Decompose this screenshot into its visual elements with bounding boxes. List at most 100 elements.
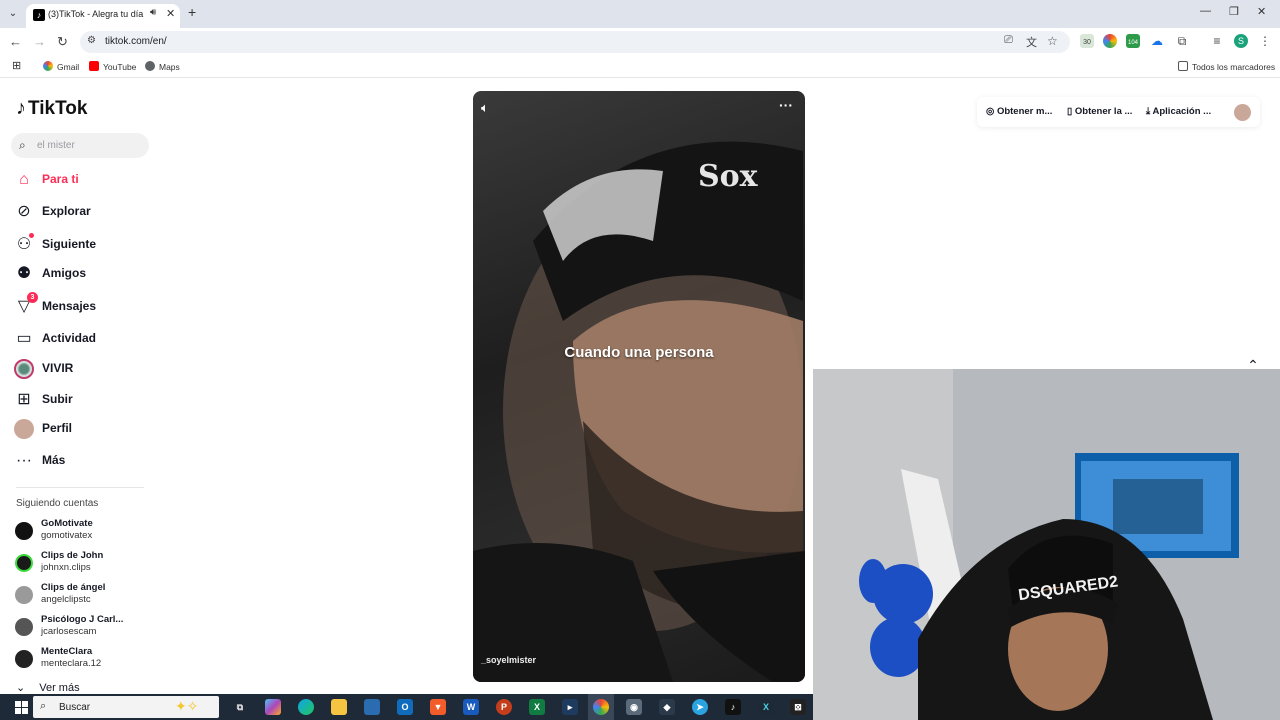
user-avatar[interactable] bbox=[1234, 104, 1251, 121]
extension-3-icon[interactable]: 104 bbox=[1126, 34, 1140, 48]
cloud-icon[interactable]: ☁ bbox=[1150, 34, 1164, 48]
windows-start-icon[interactable] bbox=[15, 701, 28, 714]
bookmark-gmail[interactable]: Gmail bbox=[43, 61, 79, 72]
capcut-alt-icon[interactable]: ⊠ bbox=[790, 699, 806, 715]
nav-label: Perfil bbox=[42, 421, 73, 435]
bookmark-star-icon[interactable]: ☆ bbox=[1047, 34, 1058, 48]
nav-item-explorar[interactable]: ⊘ Explorar bbox=[14, 201, 154, 225]
following-account[interactable]: MenteClara menteclara.12 bbox=[15, 646, 165, 674]
nav-label: Más bbox=[42, 453, 66, 467]
google-icon bbox=[43, 61, 53, 71]
camera-icon[interactable]: ◉ bbox=[626, 699, 642, 715]
telegram-icon[interactable]: ➤ bbox=[692, 699, 708, 715]
following-account[interactable]: Clips de John johnxn.clips bbox=[15, 550, 165, 578]
tiktok-logo[interactable]: ♪ TikTok bbox=[16, 97, 87, 120]
tab-close-icon[interactable]: ✕ bbox=[166, 7, 175, 20]
account-name: GoMotivate bbox=[41, 518, 93, 529]
video-more-icon[interactable]: ··· bbox=[779, 97, 793, 113]
following-account[interactable]: Psicólogo J Carl... jcarlosescam bbox=[15, 614, 165, 642]
account-avatar bbox=[15, 650, 33, 668]
following-account[interactable]: GoMotivate gomotivatex bbox=[15, 518, 165, 546]
nav-item-vivir[interactable]: VIVIR bbox=[14, 358, 154, 382]
account-username: menteclara.12 bbox=[41, 658, 102, 669]
taskbar-search[interactable]: ⌕ Buscar ✦✧ bbox=[33, 696, 219, 718]
menu-kebab-icon[interactable]: ⋮ bbox=[1258, 34, 1272, 48]
all-bookmarks-folder[interactable]: Todos los marcadores bbox=[1178, 61, 1275, 72]
chrome-icon[interactable] bbox=[593, 699, 609, 715]
see-more-button[interactable]: ⌄ Ver más bbox=[16, 681, 80, 694]
video-player[interactable]: Sox 🔈︎ ··· Cuando una persona _soyelmist… bbox=[473, 91, 805, 682]
top-actions-bar: ◎ Obtener m... ▯ Obtener la ... ⤓ Aplica… bbox=[977, 97, 1260, 127]
extensions-puzzle-icon[interactable]: ⧉ bbox=[1175, 34, 1189, 48]
close-window-button[interactable]: ✕ bbox=[1257, 5, 1266, 18]
svg-text:Sox: Sox bbox=[698, 159, 759, 194]
excel-icon[interactable]: X bbox=[529, 699, 545, 715]
live-avatar bbox=[14, 359, 34, 379]
pc-app-button[interactable]: ⤓ Aplicación ... bbox=[1146, 106, 1211, 117]
windows-taskbar: ⌕ Buscar ✦✧ ⧉ O ▼ W P X ▸ ◉ ◆ ➤ ♪ X ⊠ bbox=[0, 694, 813, 720]
nav-item-para-ti[interactable]: ⌂ Para ti bbox=[14, 169, 154, 193]
following-icon: ⚇ bbox=[16, 236, 32, 253]
install-app-icon[interactable]: ⎚ bbox=[1004, 34, 1013, 47]
nav-item-siguiente[interactable]: ⚇ Siguiente bbox=[14, 233, 154, 258]
following-section-title: Siguiendo cuentas bbox=[16, 498, 99, 509]
edge-icon[interactable] bbox=[298, 699, 314, 715]
capcut-icon[interactable]: ▸ bbox=[562, 699, 578, 715]
site-info-icon[interactable]: ⚙ bbox=[87, 35, 96, 46]
word-icon[interactable]: W bbox=[463, 699, 479, 715]
tiktok-app-icon[interactable]: ♪ bbox=[725, 699, 741, 715]
new-tab-button[interactable]: + bbox=[188, 4, 196, 20]
account-avatar bbox=[15, 618, 33, 636]
video-caption: Cuando una persona bbox=[564, 344, 714, 361]
nav-label: Siguiente bbox=[42, 237, 97, 251]
bookmark-youtube[interactable]: YouTube bbox=[89, 61, 136, 72]
compass-icon: ⊘ bbox=[17, 203, 31, 220]
nav-label: Mensajes bbox=[42, 299, 97, 313]
account-avatar bbox=[15, 522, 33, 540]
get-app-button[interactable]: ▯ Obtener la ... bbox=[1067, 106, 1132, 117]
tab-audio-icon[interactable]: 🔊︎ bbox=[150, 7, 156, 18]
account-username: angelclipstc bbox=[41, 594, 91, 605]
outlook-icon[interactable]: O bbox=[397, 699, 413, 715]
profile-avatar[interactable]: S bbox=[1234, 34, 1248, 48]
nav-item-actividad[interactable]: ▭ Actividad bbox=[14, 328, 154, 352]
profile-avatar bbox=[14, 419, 34, 439]
nav-item-perfil[interactable]: Perfil bbox=[14, 418, 154, 442]
search-input[interactable]: ⌕ el mister bbox=[11, 133, 149, 158]
file-explorer-icon[interactable] bbox=[331, 699, 347, 715]
extension-2-icon[interactable] bbox=[1103, 34, 1117, 48]
webcam-image: DSQUARED2 bbox=[813, 369, 1280, 720]
restore-button[interactable]: ❐ bbox=[1229, 5, 1239, 18]
copilot-icon[interactable] bbox=[265, 699, 281, 715]
task-view-icon[interactable]: ⧉ bbox=[232, 699, 248, 715]
search-placeholder: el mister bbox=[37, 140, 75, 151]
minimize-button[interactable]: — bbox=[1200, 5, 1211, 17]
tiktok-note-icon: ♪ bbox=[16, 97, 26, 119]
nav-item-mas[interactable]: ··· Más bbox=[14, 450, 154, 474]
forward-button[interactable]: → bbox=[33, 34, 46, 49]
get-coins-button[interactable]: ◎ Obtener m... bbox=[986, 106, 1052, 117]
apps-grid-icon[interactable]: ⊞ bbox=[12, 59, 21, 72]
nav-item-amigos[interactable]: ⚉ Amigos bbox=[14, 263, 154, 287]
store-icon[interactable] bbox=[364, 699, 380, 715]
browser-tab-bar: ⌄ ♪ (3)TikTok - Alegra tu día 🔊︎ ✕ + — ❐… bbox=[0, 0, 1280, 28]
notification-dot bbox=[29, 233, 34, 238]
davinci-icon[interactable]: ◆ bbox=[659, 699, 675, 715]
nav-label: Amigos bbox=[42, 266, 87, 280]
capcut-x-icon[interactable]: X bbox=[758, 699, 774, 715]
tab-list-button[interactable]: ⌄ bbox=[4, 5, 22, 23]
media-control-icon[interactable]: ≡ bbox=[1210, 34, 1224, 48]
back-button[interactable]: ← bbox=[9, 34, 22, 49]
brave-icon[interactable]: ▼ bbox=[430, 699, 446, 715]
powerpoint-icon[interactable]: P bbox=[496, 699, 512, 715]
extension-1-icon[interactable]: 30 bbox=[1080, 34, 1094, 48]
following-account[interactable]: Clips de ángel angelclipstc bbox=[15, 582, 165, 610]
bookmark-maps[interactable]: Maps bbox=[145, 61, 180, 72]
nav-item-subir[interactable]: ⊞ Subir bbox=[14, 389, 154, 413]
nav-item-mensajes[interactable]: ▽ 3 Mensajes bbox=[14, 292, 154, 320]
reload-button[interactable]: ↻ bbox=[57, 34, 68, 50]
browser-tab[interactable]: ♪ (3)TikTok - Alegra tu día 🔊︎ ✕ bbox=[26, 4, 180, 28]
volume-icon[interactable]: 🔈︎ bbox=[481, 100, 489, 116]
translate-icon[interactable]: 文 bbox=[1026, 34, 1037, 50]
address-bar[interactable]: ⚙ tiktok.com/en/ ⎚ 文 ☆ bbox=[80, 31, 1070, 53]
